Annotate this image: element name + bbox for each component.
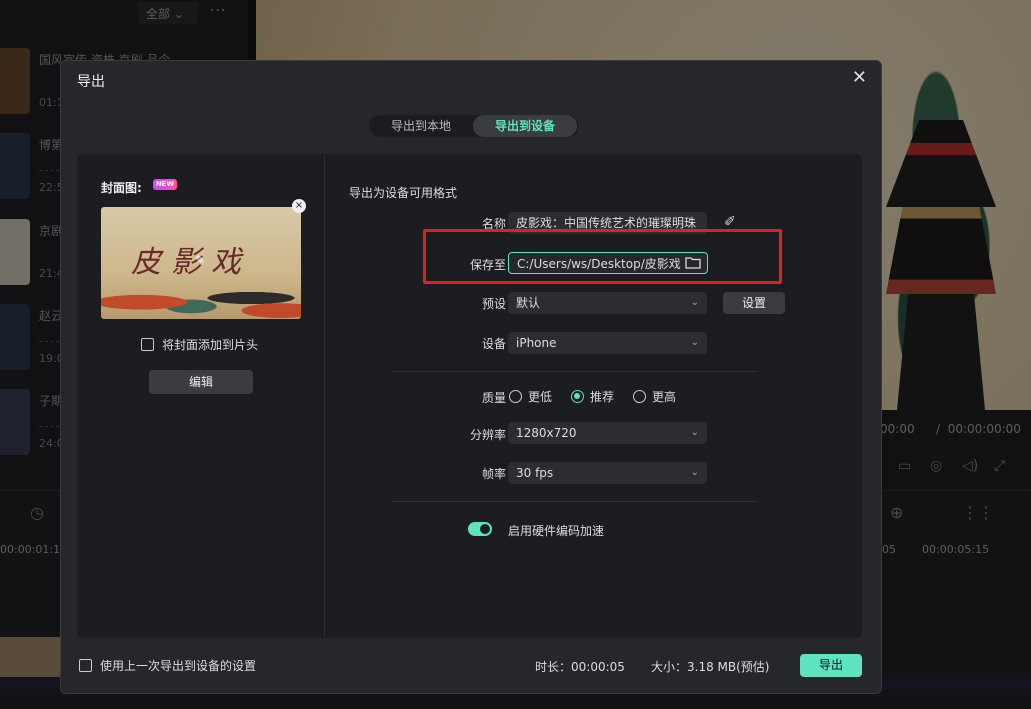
name-label: 名称 — [481, 217, 506, 231]
checkbox[interactable] — [79, 659, 92, 672]
use-last-settings[interactable]: 使用上一次导出到设备的设置 — [79, 657, 256, 674]
add-cover-label: 将封面添加到片头 — [162, 338, 259, 352]
device-label: 设备 — [481, 337, 506, 351]
device-select[interactable]: iPhone ⌄ — [508, 332, 707, 354]
fps-value: 30 fps — [516, 466, 554, 480]
resolution-select[interactable]: 1280x720 ⌄ — [508, 422, 707, 444]
quality-option-recommended[interactable]: 推荐 — [571, 388, 614, 405]
preset-value: 默认 — [516, 296, 541, 310]
cover-pane: 封面图: NEW 皮影戏 ✎ × 将封面添加到片头 编辑 — [77, 154, 325, 638]
dialog-content: 封面图: NEW 皮影戏 ✎ × 将封面添加到片头 编辑 导出为设备可用格式 名… — [77, 154, 862, 638]
settings-button[interactable]: 设置 — [723, 292, 785, 314]
save-to-label: 保存至 — [469, 258, 506, 272]
save-path-input[interactable]: C:/Users/ws/Desktop/皮影戏 — [508, 252, 708, 274]
radio-button[interactable] — [571, 390, 584, 403]
save-path-value: C:/Users/ws/Desktop/皮影戏 — [517, 257, 681, 271]
preset-label: 预设 — [481, 297, 506, 311]
hw-accel-toggle[interactable] — [468, 522, 492, 536]
tab-export-device[interactable]: 导出到设备 — [473, 115, 577, 137]
close-icon[interactable]: ✕ — [852, 67, 867, 88]
quality-option-label: 更高 — [652, 390, 677, 404]
fps-label: 帧率 — [481, 467, 506, 481]
duration-text: 时长：00:00:05 — [535, 660, 625, 674]
name-input[interactable]: 皮影戏：中国传统艺术的璀璨明珠 — [508, 212, 707, 234]
chevron-down-icon: ⌄ — [690, 427, 699, 438]
tab-export-local[interactable]: 导出到本地 — [369, 115, 473, 137]
device-value: iPhone — [516, 336, 557, 350]
fps-select[interactable]: 30 fps ⌄ — [508, 462, 707, 484]
rename-pen-icon[interactable]: ✐ — [724, 214, 746, 230]
resolution-value: 1280x720 — [516, 426, 577, 440]
radio-button[interactable] — [633, 390, 646, 403]
preset-select[interactable]: 默认 ⌄ — [508, 292, 707, 314]
checkbox[interactable] — [141, 338, 154, 351]
format-pane: 导出为设备可用格式 名称 皮影戏：中国传统艺术的璀璨明珠 ✐ 保存至 C:/Us… — [326, 154, 862, 638]
add-cover-to-intro[interactable]: 将封面添加到片头 — [141, 336, 258, 353]
new-badge: NEW — [153, 179, 177, 190]
section-title: 导出为设备可用格式 — [349, 186, 458, 200]
export-dialog: 导出 ✕ 导出到本地 导出到设备 封面图: NEW 皮影戏 ✎ × 将封面添加到… — [60, 60, 882, 694]
quality-option-label: 更低 — [528, 390, 553, 404]
dialog-title: 导出 — [77, 74, 105, 90]
divider — [391, 501, 758, 502]
cover-calligraphy: 皮影戏 — [131, 245, 251, 280]
use-last-settings-label: 使用上一次导出到设备的设置 — [100, 659, 257, 673]
divider — [391, 371, 758, 372]
pen-icon: ✎ — [195, 253, 206, 267]
chevron-down-icon: ⌄ — [690, 297, 699, 308]
remove-cover-icon[interactable]: × — [292, 199, 306, 213]
quality-option-label: 推荐 — [590, 390, 615, 404]
hw-accel-label: 启用硬件编码加速 — [508, 524, 605, 538]
cover-label: 封面图: — [101, 181, 142, 195]
export-tabs: 导出到本地 导出到设备 — [369, 115, 579, 137]
quality-option-lower[interactable]: 更低 — [509, 388, 552, 405]
quality-option-higher[interactable]: 更高 — [633, 388, 676, 405]
export-button[interactable]: 导出 — [800, 654, 862, 677]
radio-button[interactable] — [509, 390, 522, 403]
chevron-down-icon: ⌄ — [690, 337, 699, 348]
size-text: 大小：3.18 MB(预估) — [651, 660, 770, 674]
quality-label: 质量 — [481, 391, 506, 405]
folder-icon[interactable] — [685, 256, 701, 269]
cover-artwork — [101, 277, 301, 319]
edit-cover-button[interactable]: 编辑 — [149, 370, 253, 394]
chevron-down-icon: ⌄ — [690, 467, 699, 478]
resolution-label: 分辨率 — [469, 428, 506, 442]
